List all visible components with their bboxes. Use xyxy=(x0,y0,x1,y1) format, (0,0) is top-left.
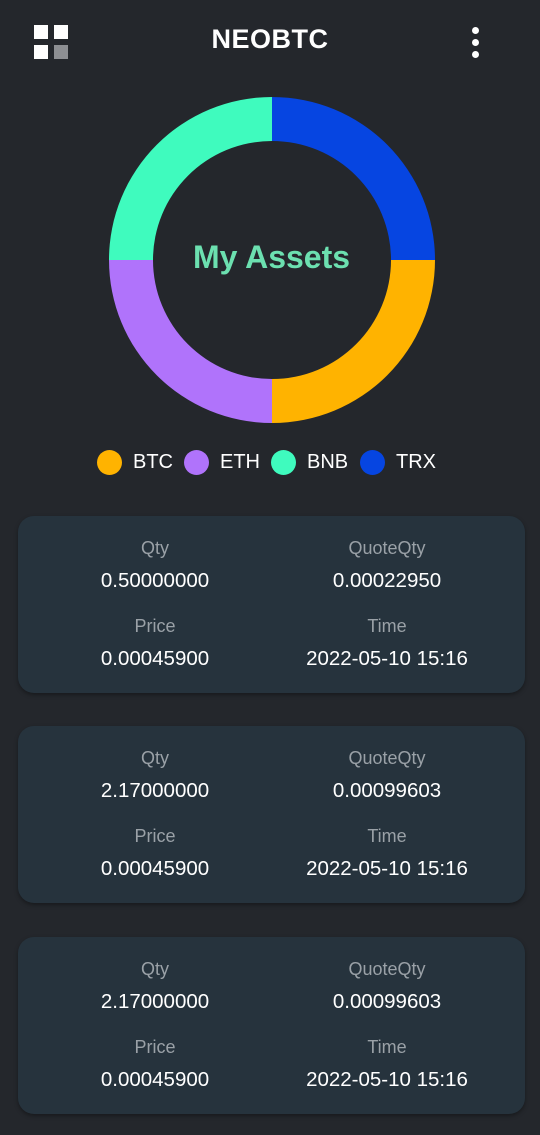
qty-field: Qty 2.17000000 xyxy=(28,958,282,1014)
quoteqty-value: 0.00099603 xyxy=(332,779,442,802)
chart-legend: BTC ETH BNB TRX xyxy=(0,447,540,477)
app-title: NEOBTC xyxy=(211,24,329,54)
legend-item-eth[interactable]: ETH xyxy=(184,447,260,477)
legend-swatch xyxy=(97,449,122,475)
donut-slice-btc[interactable] xyxy=(272,260,435,423)
legend-item-bnb[interactable]: BNB xyxy=(271,447,348,477)
quoteqty-label: QuoteQty xyxy=(348,748,426,768)
quoteqty-field: QuoteQty 0.00099603 xyxy=(260,958,514,1014)
legend-swatch xyxy=(360,449,385,475)
price-field: Price 0.00045900 xyxy=(28,615,282,671)
price-label: Price xyxy=(134,1037,176,1057)
qty-field: Qty 0.50000000 xyxy=(28,537,282,593)
quoteqty-value: 0.00099603 xyxy=(332,990,442,1013)
legend-item-trx[interactable]: TRX xyxy=(360,447,436,477)
menu-dot xyxy=(472,39,479,46)
time-value: 2022-05-10 15:16 xyxy=(306,857,468,880)
donut-slice-eth[interactable] xyxy=(109,260,272,423)
time-label: Time xyxy=(367,1037,407,1057)
donut-slice-trx[interactable] xyxy=(272,97,435,260)
donut-center-label: My Assets xyxy=(192,239,351,275)
top-app-bar: NEOBTC xyxy=(0,0,540,84)
legend-swatch xyxy=(271,449,296,475)
price-value: 0.00045900 xyxy=(100,647,210,670)
legend-item-btc[interactable]: BTC xyxy=(97,447,173,477)
more-vert-icon[interactable] xyxy=(466,27,486,59)
price-value: 0.00045900 xyxy=(100,857,210,880)
price-label: Price xyxy=(134,826,176,846)
qty-value: 2.17000000 xyxy=(100,779,210,802)
legend-label: BNB xyxy=(307,450,349,473)
qty-field: Qty 2.17000000 xyxy=(28,747,282,803)
quoteqty-label: QuoteQty xyxy=(348,959,426,979)
legend-label: BTC xyxy=(133,450,173,473)
quoteqty-field: QuoteQty 0.00099603 xyxy=(260,747,514,803)
menu-dot xyxy=(472,51,479,58)
trade-card[interactable]: Qty 0.50000000 QuoteQty 0.00022950 Price 0.00… xyxy=(18,516,525,693)
legend-label: ETH xyxy=(220,450,260,473)
time-label: Time xyxy=(367,616,407,636)
time-label: Time xyxy=(367,826,407,846)
trade-card[interactable]: Qty 2.17000000 QuoteQty 0.00099603 Price 0.00… xyxy=(18,937,525,1114)
qty-label: Qty xyxy=(140,748,169,768)
quoteqty-field: QuoteQty 0.00022950 xyxy=(260,537,514,593)
quoteqty-value: 0.00022950 xyxy=(332,569,442,592)
time-value: 2022-05-10 15:16 xyxy=(306,647,468,670)
quoteqty-label: QuoteQty xyxy=(348,538,426,558)
time-field: Time 2022-05-10 15:16 xyxy=(260,1036,514,1092)
price-value: 0.00045900 xyxy=(100,1068,210,1091)
legend-label: TRX xyxy=(396,450,436,473)
price-field: Price 0.00045900 xyxy=(28,825,282,881)
menu-dot xyxy=(472,27,479,34)
price-label: Price xyxy=(134,616,176,636)
legend-swatch xyxy=(184,449,209,475)
trade-card[interactable]: Qty 2.17000000 QuoteQty 0.00099603 Price 0.00… xyxy=(18,726,525,903)
qty-label: Qty xyxy=(140,959,169,979)
time-value: 2022-05-10 15:16 xyxy=(306,1068,468,1091)
price-field: Price 0.00045900 xyxy=(28,1036,282,1092)
time-field: Time 2022-05-10 15:16 xyxy=(260,615,514,671)
donut-slice-bnb[interactable] xyxy=(109,97,272,260)
qty-label: Qty xyxy=(140,538,169,558)
qty-value: 2.17000000 xyxy=(100,990,210,1013)
time-field: Time 2022-05-10 15:16 xyxy=(260,825,514,881)
qty-value: 0.50000000 xyxy=(100,569,210,592)
